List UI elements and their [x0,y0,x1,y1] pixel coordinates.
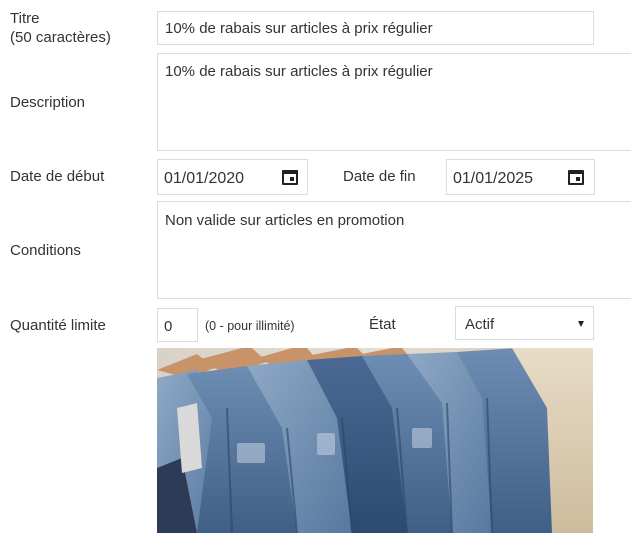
start-date-input[interactable]: 01/01/2020 [157,159,308,195]
state-label: État [369,316,396,333]
end-date-input[interactable]: 01/01/2025 [446,159,595,195]
product-image [157,348,593,533]
quantity-value: 0 [164,318,173,335]
description-textarea[interactable]: 10% de rabais sur articles à prix réguli… [157,53,631,151]
title-input-value: 10% de rabais sur articles à prix réguli… [165,20,433,37]
description-label: Description [10,94,86,111]
start-date-label: Date de début [10,168,105,185]
calendar-icon[interactable] [568,170,584,185]
state-select[interactable]: Actif [455,306,594,340]
end-date-label: Date de fin [343,168,416,185]
calendar-icon[interactable] [282,170,298,185]
title-label-line1: Titre [10,10,40,27]
title-input[interactable]: 10% de rabais sur articles à prix réguli… [157,11,594,45]
clothing-rack-photo [157,348,593,533]
end-date-value: 01/01/2025 [453,170,534,187]
quantity-label: Quantité limite [10,317,106,334]
chevron-down-icon [578,321,584,327]
conditions-textarea-value: Non valide sur articles en promotion [165,212,405,229]
start-date-value: 01/01/2020 [164,170,245,187]
quantity-hint: (0 - pour illimité) [205,319,295,333]
title-label: Titre (50 caractères) [10,9,111,47]
conditions-label: Conditions [10,242,81,259]
conditions-textarea[interactable]: Non valide sur articles en promotion [157,201,631,299]
description-textarea-value: 10% de rabais sur articles à prix réguli… [165,63,433,80]
title-label-line2: (50 caractères) [10,29,111,46]
state-select-value: Actif [465,316,495,333]
quantity-input[interactable]: 0 [157,308,198,342]
